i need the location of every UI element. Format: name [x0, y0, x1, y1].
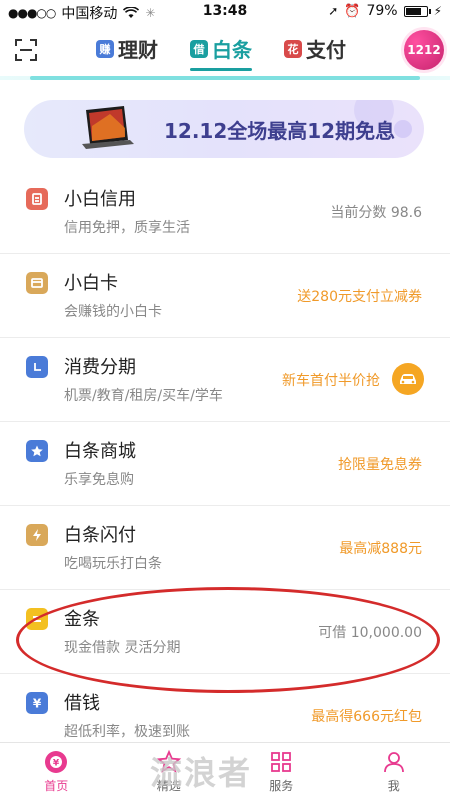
list-item-title: 小白信用 [64, 189, 136, 210]
list-item-right-text: 最高得666元红包 [311, 709, 422, 725]
list-item-title: 金条 [64, 609, 100, 630]
list-item-subtitle: 现金借款 灵活分期 [64, 640, 181, 656]
tab-0[interactable]: 赚理财 [96, 34, 158, 69]
status-bar: ●●●○○ 中国移动 ✳ 13:48 ➚ ⏰ 79% ⚡ [0, 0, 450, 24]
nav-item-3[interactable]: 我 [338, 743, 450, 800]
tab-badge-icon: 赚 [96, 39, 114, 58]
list-item-title: 白条商城 [64, 441, 136, 462]
list-item-subtitle: 会赚钱的小白卡 [64, 304, 162, 320]
watermark: 流浪者 [150, 754, 253, 792]
grid-icon [268, 749, 294, 775]
tab-label: 理财 [118, 38, 158, 62]
credit-icon [26, 188, 48, 210]
gold-icon [26, 608, 48, 630]
list-item-right-text: 可借 10,000.00 [318, 625, 422, 641]
nav-item-label: 我 [387, 779, 400, 793]
battery-icon [403, 5, 431, 17]
star-icon [26, 440, 48, 462]
tab-2[interactable]: 花支付 [284, 34, 346, 69]
header-divider [0, 76, 450, 80]
list-item-right-text: 当前分数 98.6 [330, 205, 422, 221]
banner-decoration-dot [394, 120, 412, 138]
list-item-right-text: 抢限量免息券 [338, 457, 422, 473]
tab-badge-icon: 借 [190, 39, 208, 58]
alarm-icon: ⏰ [344, 3, 361, 19]
car-icon [392, 363, 424, 395]
home-icon: ¥ [43, 749, 69, 775]
list-item-title: 小白卡 [64, 273, 118, 294]
list-item-right-text: 送280元支付立减券 [297, 289, 422, 305]
list-item-subtitle: 信用免押，质享生活 [64, 220, 190, 236]
service-list: 小白信用信用免押，质享生活 当前分数 98.6 小白卡会赚钱的小白卡 送280元支付立… [0, 170, 450, 758]
list-item[interactable]: 消费分期机票/教育/租房/买车/学车 新车首付半价抢 [0, 338, 450, 422]
person-icon [381, 749, 407, 775]
banner-text: 12.12全场最高12期免息 [164, 119, 396, 143]
list-item-subtitle: 吃喝玩乐打白条 [64, 556, 162, 572]
promo-banner[interactable]: 12.12全场最高12期免息 [24, 100, 424, 158]
scan-icon[interactable] [14, 38, 38, 62]
lightning-icon [26, 524, 48, 546]
promo-1212-button[interactable]: 1212 [404, 30, 444, 70]
list-item-subtitle: 机票/教育/租房/买车/学车 [64, 388, 223, 404]
list-item[interactable]: 金条现金借款 灵活分期 可借 10,000.00 [0, 590, 450, 674]
list-item-right-text: 新车首付半价抢 [282, 373, 380, 389]
yen-icon: ¥ [26, 692, 48, 714]
list-item[interactable]: 白条商城乐享免息购 抢限量免息券 [0, 422, 450, 506]
charging-icon: ⚡ [433, 4, 442, 18]
laptop-image [82, 106, 134, 149]
battery-fill [405, 7, 421, 15]
list-item-right-text: 最高减888元 [339, 541, 422, 557]
tab-1[interactable]: 借白条 [190, 34, 252, 71]
card-icon [26, 272, 48, 294]
svg-text:¥: ¥ [53, 759, 60, 769]
list-item[interactable]: 小白信用信用免押，质享生活 当前分数 98.6 [0, 170, 450, 254]
nav-item-label: 服务 [269, 779, 294, 793]
list-item-title: 白条闪付 [64, 525, 136, 546]
tab-label: 支付 [306, 38, 346, 62]
battery-percent: 79% [366, 3, 398, 19]
status-right: ➚ ⏰ 79% ⚡ [328, 3, 442, 19]
top-header: 赚理财借白条花支付 1212 [0, 24, 450, 76]
nav-item-0[interactable]: ¥ 首页 [0, 743, 113, 800]
list-item-title: 消费分期 [64, 357, 136, 378]
list-item[interactable]: 小白卡会赚钱的小白卡 送280元支付立减券 [0, 254, 450, 338]
nav-item-label: 首页 [44, 779, 69, 793]
svg-text:¥: ¥ [33, 697, 42, 711]
top-tabs: 赚理财借白条花支付 [96, 34, 346, 71]
location-icon: ➚ [328, 4, 339, 18]
list-item-title: 借钱 [64, 693, 100, 714]
clock-icon [26, 356, 48, 378]
tab-label: 白条 [212, 38, 252, 62]
list-item-subtitle: 乐享免息购 [64, 472, 134, 488]
tab-badge-icon: 花 [284, 39, 302, 58]
list-item[interactable]: 白条闪付吃喝玩乐打白条 最高减888元 [0, 506, 450, 590]
list-item-subtitle: 超低利率，极速到账 [64, 724, 190, 740]
